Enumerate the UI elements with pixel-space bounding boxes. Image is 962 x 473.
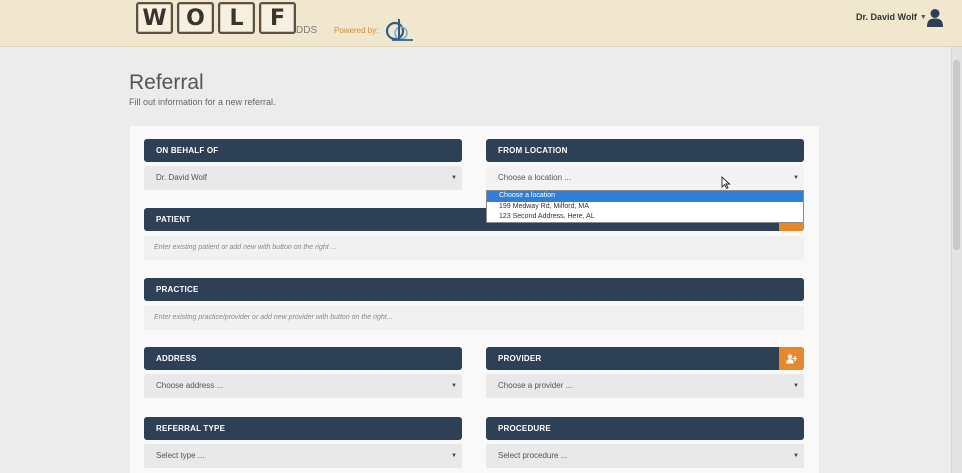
user-menu[interactable]: Dr. David Wolf ▼ (856, 12, 927, 22)
select-arrow-icon: ▼ (793, 175, 799, 181)
logo-tile: W (136, 2, 173, 34)
section-label: PROVIDER (498, 354, 542, 363)
select-value: Choose a location ... (498, 173, 571, 182)
logo-tile: O (177, 2, 214, 34)
wolf-logo[interactable]: W O L F (136, 2, 296, 34)
select-value: Dr. David Wolf (156, 173, 207, 182)
mouse-cursor-icon (721, 175, 731, 194)
logo-suffix: DDS (296, 25, 318, 36)
dropdown-option[interactable]: 123 Second Address, Here, AL (487, 212, 803, 223)
on-behalf-of-header: ON BEHALF OF (144, 139, 462, 162)
page-title: Referral (129, 71, 204, 94)
select-value: Choose a provider ... (498, 381, 573, 390)
from-location-header: FROM LOCATION (486, 139, 804, 162)
from-location-select[interactable]: Choose a location ... ▼ (486, 166, 804, 190)
select-arrow-icon: ▼ (451, 175, 457, 181)
page-subtitle: Fill out information for a new referral. (129, 97, 276, 107)
select-arrow-icon: ▼ (451, 383, 457, 389)
on-behalf-of-select[interactable]: Dr. David Wolf ▼ (144, 166, 462, 190)
select-arrow-icon: ▼ (451, 453, 457, 459)
procedure-header: PROCEDURE (486, 417, 804, 440)
section-label: PROCEDURE (498, 424, 551, 433)
section-label: PRACTICE (156, 285, 199, 294)
select-value: Select type ... (156, 451, 205, 460)
patient-search-input[interactable]: Enter existing patient or add new with b… (144, 236, 804, 260)
add-provider-button[interactable] (779, 347, 804, 370)
page-scrollbar-thumb[interactable] (953, 60, 960, 250)
select-value: Choose address ... (156, 381, 224, 390)
referral-type-select[interactable]: Select type ... ▼ (144, 444, 462, 468)
dropdown-option[interactable]: 199 Medway Rd, Milford, MA (487, 202, 803, 213)
section-label: FROM LOCATION (498, 146, 568, 155)
input-placeholder: Enter existing practice/provider or add … (154, 314, 393, 321)
section-label: ON BEHALF OF (156, 146, 219, 155)
add-user-icon (786, 353, 797, 363)
practice-search-input[interactable]: Enter existing practice/provider or add … (144, 306, 804, 330)
dropdown-option[interactable]: Choose a location (487, 191, 803, 202)
logo-tile: F (259, 2, 296, 34)
logo-tile: L (218, 2, 255, 34)
user-name: Dr. David Wolf (856, 12, 917, 22)
select-value: Select procedure ... (498, 451, 568, 460)
from-location-dropdown: Choose a location 199 Medway Rd, Milford… (486, 190, 804, 223)
user-avatar-icon[interactable] (926, 8, 944, 33)
app-header: W O L F DDS Powered by: Dr. David Wolf ▼ (0, 0, 962, 47)
practice-header: PRACTICE (144, 278, 804, 301)
section-label: ADDRESS (156, 354, 197, 363)
procedure-select[interactable]: Select procedure ... ▼ (486, 444, 804, 468)
section-label: PATIENT (156, 215, 191, 224)
provider-select[interactable]: Choose a provider ... ▼ (486, 374, 804, 398)
partner-logo-icon (382, 16, 416, 49)
address-header: ADDRESS (144, 347, 462, 370)
provider-header: PROVIDER (486, 347, 804, 370)
input-placeholder: Enter existing patient or add new with b… (154, 244, 337, 251)
powered-by-label: Powered by: (334, 26, 379, 35)
select-arrow-icon: ▼ (793, 383, 799, 389)
referral-type-header: REFERRAL TYPE (144, 417, 462, 440)
address-select[interactable]: Choose address ... ▼ (144, 374, 462, 398)
select-arrow-icon: ▼ (793, 453, 799, 459)
section-label: REFERRAL TYPE (156, 424, 226, 433)
